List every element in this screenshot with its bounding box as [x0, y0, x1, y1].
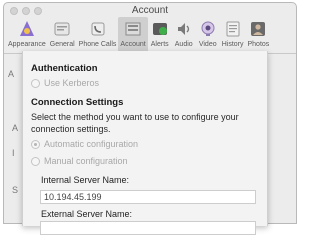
background-letter: A — [12, 123, 19, 133]
connection-description: Select the method you want to use to con… — [31, 112, 239, 134]
internal-server-label: Internal Server Name: — [41, 175, 130, 185]
account-icon — [123, 19, 143, 39]
checkbox-indicator — [31, 78, 40, 88]
use-kerberos-label: Use Kerberos — [44, 78, 100, 88]
audio-icon — [174, 19, 194, 39]
background-letter: A — [8, 69, 15, 79]
zoom-window-button[interactable] — [34, 7, 42, 15]
automatic-configuration-radio[interactable]: Automatic configuration — [31, 139, 138, 149]
tab-history[interactable]: History — [220, 17, 246, 52]
general-icon — [52, 19, 72, 39]
radio-indicator — [31, 156, 40, 166]
tab-alerts[interactable]: Alerts — [148, 17, 172, 52]
manual-configuration-radio[interactable]: Manual configuration — [31, 156, 128, 166]
internal-server-field[interactable]: 10.194.45.199 — [40, 190, 256, 204]
background-letter: I — [12, 148, 15, 158]
preferences-toolbar: Appearance General Phone Calls Account A… — [4, 17, 296, 53]
tab-phone-calls[interactable]: Phone Calls — [77, 17, 119, 52]
external-server-label: External Server Name: — [41, 209, 133, 219]
tab-photos[interactable]: Photos — [246, 17, 272, 52]
tab-video[interactable]: Video — [196, 17, 220, 52]
account-settings-sheet: Authentication Use Kerberos Connection S… — [22, 51, 268, 235]
background-letter: S — [12, 185, 19, 195]
video-icon — [198, 19, 218, 39]
radio-indicator-selected — [31, 139, 40, 149]
minimize-window-button[interactable] — [22, 7, 30, 15]
window-title: Account — [131, 5, 169, 16]
use-kerberos-checkbox[interactable]: Use Kerberos — [31, 78, 99, 88]
tab-audio[interactable]: Audio — [172, 17, 196, 52]
history-icon — [223, 19, 243, 39]
tab-general[interactable]: General — [48, 17, 77, 52]
manual-configuration-label: Manual configuration — [44, 156, 128, 166]
appearance-icon — [17, 19, 37, 39]
authentication-heading: Authentication — [31, 63, 98, 74]
tab-account[interactable]: Account — [118, 17, 148, 52]
alerts-icon — [150, 19, 170, 39]
tab-appearance[interactable]: Appearance — [6, 17, 48, 52]
connection-settings-heading: Connection Settings — [31, 97, 124, 108]
photos-icon — [248, 19, 268, 39]
automatic-configuration-label: Automatic configuration — [44, 139, 139, 149]
close-window-button[interactable] — [10, 7, 18, 15]
phone-calls-icon — [88, 19, 108, 39]
external-server-field[interactable] — [40, 221, 256, 235]
